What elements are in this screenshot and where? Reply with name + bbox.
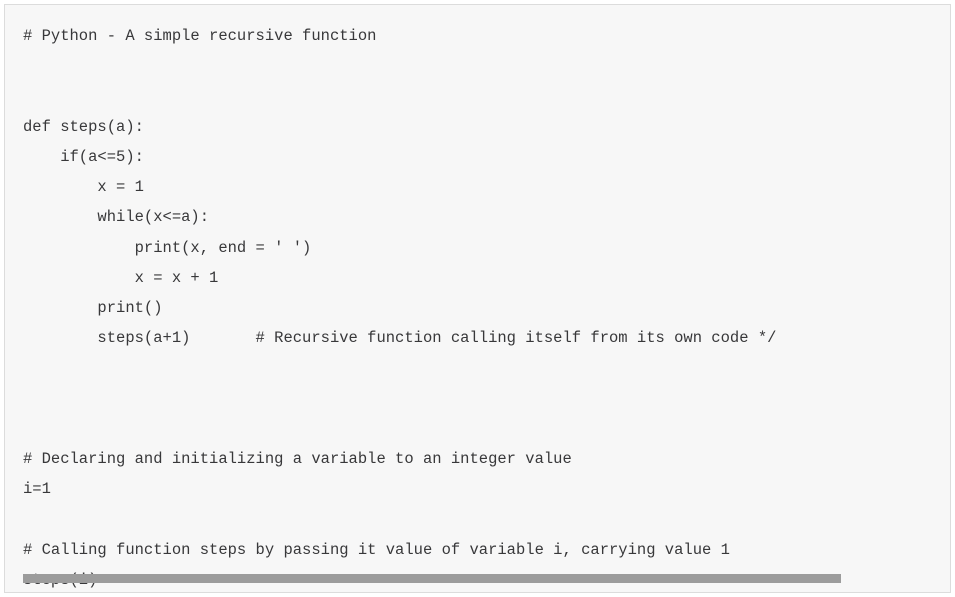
horizontal-scrollbar-thumb[interactable] [23,574,841,583]
horizontal-scrollbar-track[interactable] [23,574,932,583]
code-content: # Python - A simple recursive function d… [23,21,932,593]
code-block: # Python - A simple recursive function d… [4,4,951,593]
